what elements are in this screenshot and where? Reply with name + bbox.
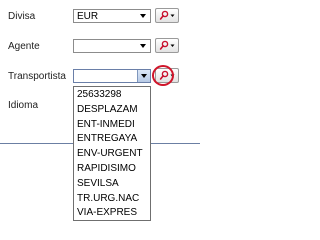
transportista-label: Transportista [8, 71, 66, 82]
divisa-row: Divisa EUR [0, 7, 200, 25]
magnifier-icon [159, 70, 175, 80]
dropdown-option[interactable]: RAPIDISIMO [74, 162, 150, 177]
magnifier-icon [159, 40, 175, 50]
chevron-down-icon[interactable] [137, 10, 150, 22]
dropdown-option[interactable]: TR.URG.NAC [74, 192, 150, 207]
magnifier-icon [159, 10, 175, 20]
agente-label: Agente [8, 41, 40, 52]
dropdown-option[interactable]: SEVILSA [74, 177, 150, 192]
transportista-dropdown-list[interactable]: 25633298 DESPLAZAM ENT-INMEDI ENTREGAYA … [73, 86, 151, 221]
agente-lookup-button[interactable] [155, 38, 179, 53]
divisa-label: Divisa [8, 11, 36, 22]
divisa-combobox[interactable]: EUR [73, 9, 151, 23]
dropdown-option[interactable]: VIA-EXPRES [74, 206, 150, 221]
agente-combobox[interactable] [73, 39, 151, 53]
transportista-row: Transportista [0, 65, 200, 86]
dropdown-option[interactable]: 25633298 [74, 88, 150, 103]
transportista-combobox[interactable] [73, 69, 151, 83]
dropdown-option[interactable]: DESPLAZAM [74, 103, 150, 118]
idioma-label: Idioma [8, 100, 39, 111]
dropdown-option[interactable]: ENV-URGENT [74, 147, 150, 162]
dropdown-option[interactable]: ENT-INMEDI [74, 118, 150, 133]
dropdown-option[interactable]: ENTREGAYA [74, 132, 150, 147]
divisa-lookup-button[interactable] [155, 8, 179, 23]
chevron-down-icon[interactable] [137, 70, 150, 82]
divisa-value: EUR [77, 11, 99, 22]
agente-row: Agente [0, 37, 200, 55]
transportista-lookup-button[interactable] [155, 68, 179, 83]
chevron-down-icon[interactable] [137, 40, 150, 52]
